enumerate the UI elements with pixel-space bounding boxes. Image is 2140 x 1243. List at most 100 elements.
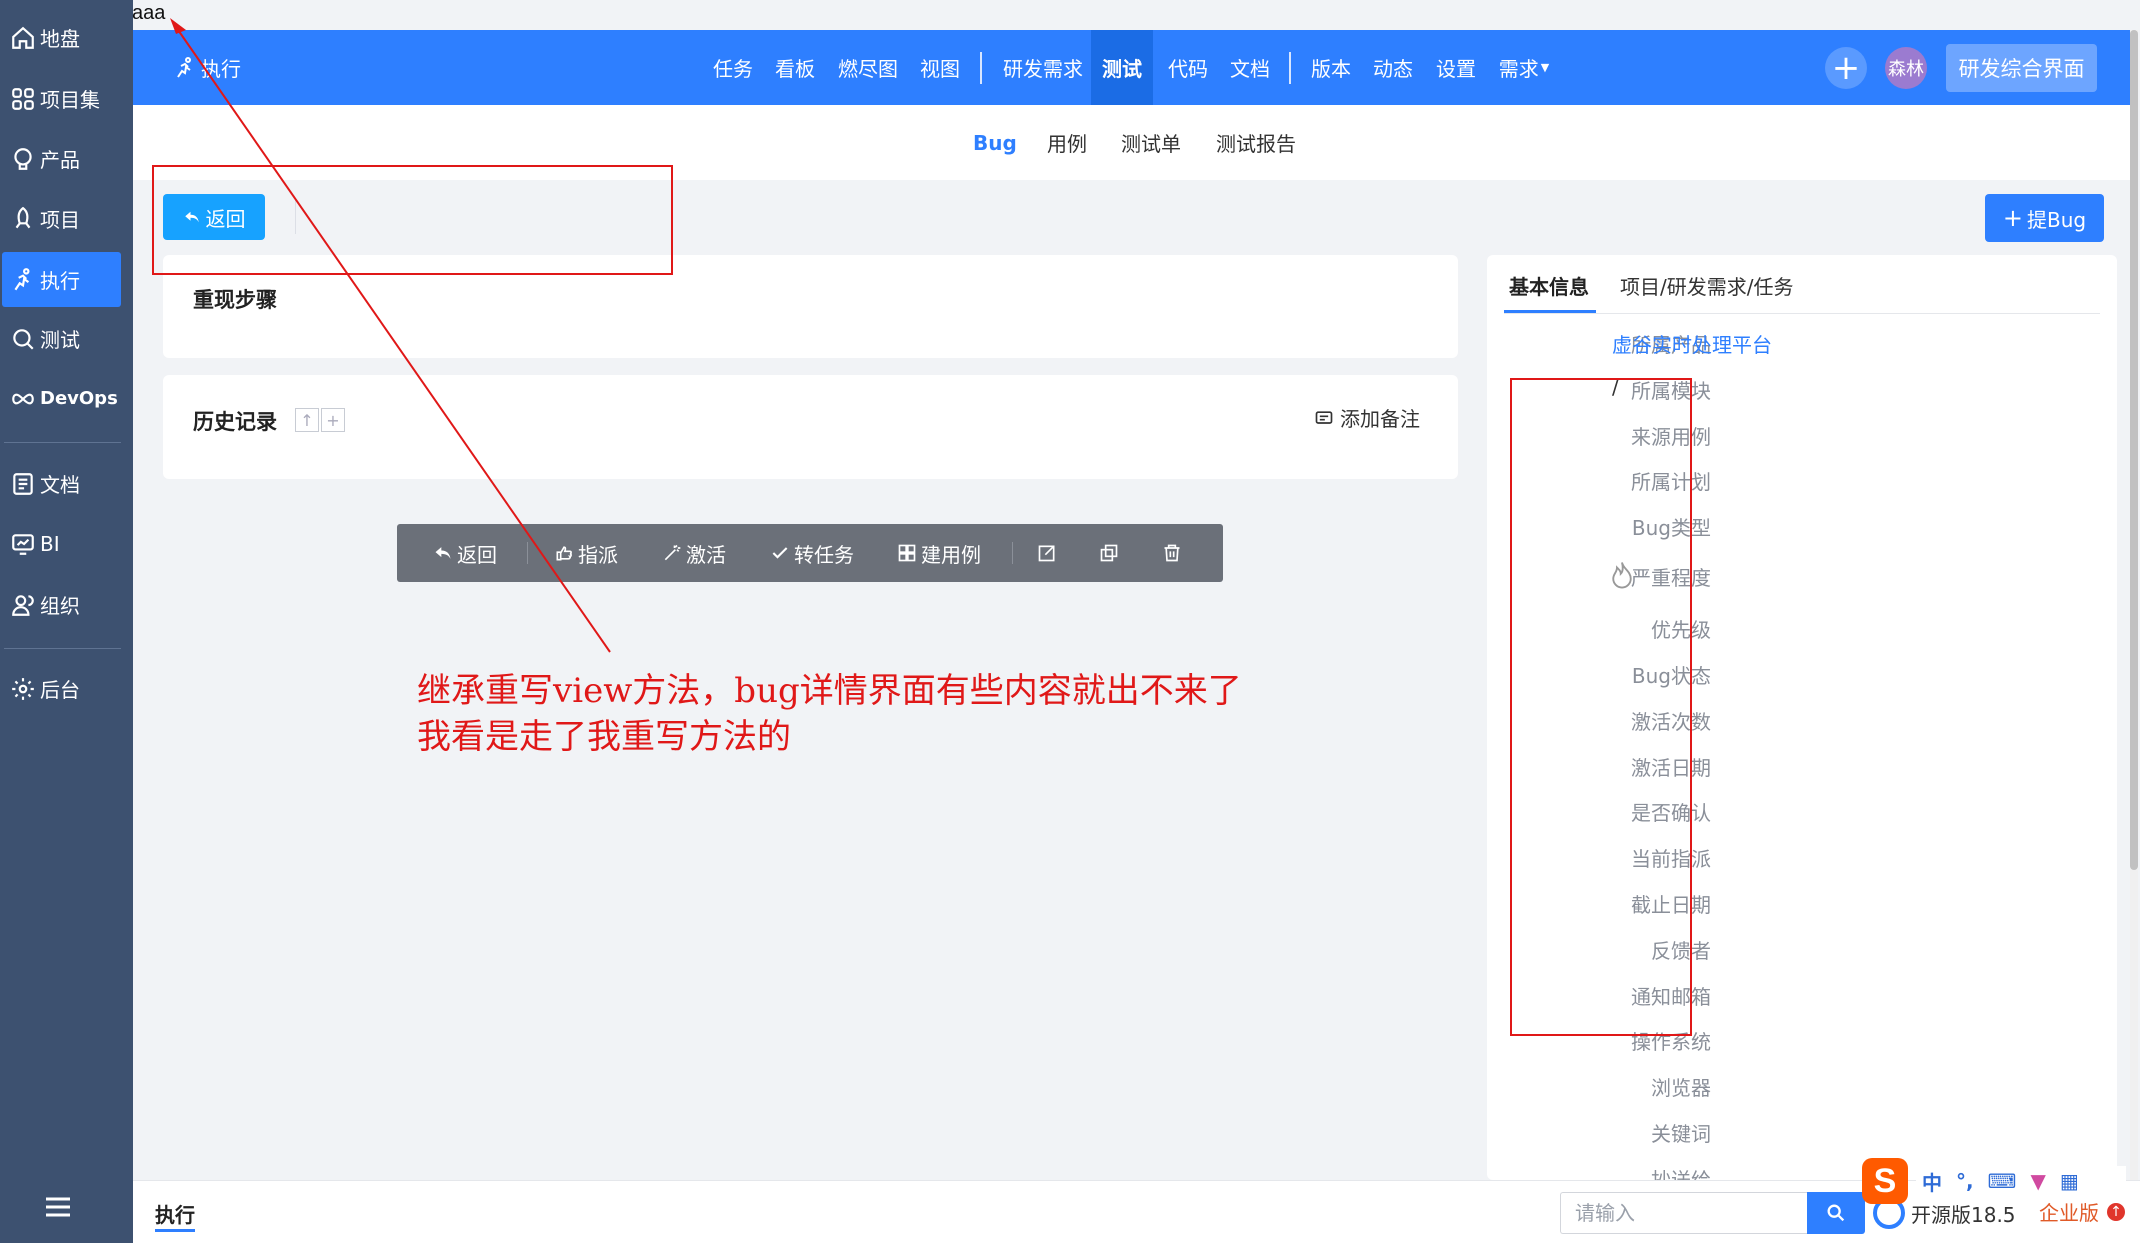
search-button[interactable] [1807, 1192, 1865, 1234]
nav-requirement-dropdown[interactable]: 需求 ▼ [1495, 30, 1553, 105]
search-input[interactable] [1560, 1192, 1807, 1234]
expand-icon[interactable]: + [321, 408, 345, 432]
nav-build[interactable]: 版本 [1306, 30, 1356, 105]
plus-icon: + [2002, 204, 2023, 232]
sidebar-item-test[interactable]: 测试 [2, 311, 121, 366]
sidebar-item-label: 测试 [40, 328, 80, 352]
action-to-task-label: 转任务 [794, 542, 854, 567]
action-assign[interactable]: 指派 [554, 524, 618, 582]
subnav-testreport[interactable]: 测试报告 [1216, 105, 1296, 180]
sidebar-item-label: 组织 [40, 594, 80, 618]
info-value-product-link[interactable]: 虚谷实时处理平台 [1612, 329, 1772, 358]
nav-task[interactable]: 任务 [708, 30, 758, 105]
tab-basic-info[interactable]: 基本信息 [1509, 271, 1589, 300]
nav-test[interactable]: 测试 [1091, 30, 1153, 105]
action-separator [527, 542, 528, 564]
bottom-tab-execution[interactable]: 执行 [155, 1199, 195, 1228]
punctuation-icon[interactable]: °, [1956, 1169, 1974, 1193]
nav-code[interactable]: 代码 [1163, 30, 1213, 105]
document-icon [13, 472, 33, 495]
subnav-bug[interactable]: Bug [973, 105, 1017, 180]
tab-divider [1504, 313, 2100, 314]
sidebar-item-admin[interactable]: 后台 [2, 661, 121, 716]
sidebar-item-label: BI [40, 531, 60, 556]
sidebar-item-label: 项目集 [40, 88, 100, 112]
sidebar-item-execution[interactable]: 执行 [2, 252, 121, 307]
action-activate[interactable]: 激活 [662, 524, 726, 582]
scrollbar-thumb[interactable] [2130, 30, 2138, 870]
top-note-text: aaa [132, 2, 166, 24]
sidebar-item-dashboard[interactable]: 地盘 [2, 10, 121, 65]
nav-separator [1289, 52, 1291, 84]
info-row-browser: 浏览器 [1487, 1072, 2117, 1102]
info-label: 抄送给 [1651, 1168, 1711, 1180]
keyboard-icon[interactable]: ⌨ [1988, 1169, 2017, 1193]
sidebar-item-program[interactable]: 项目集 [2, 71, 121, 126]
subnav-case[interactable]: 用例 [1047, 105, 1087, 180]
steps-title: 重现步骤 [193, 288, 277, 312]
module-title-label: 执行 [201, 57, 241, 81]
nav-dynamic[interactable]: 动态 [1368, 30, 1418, 105]
hand-icon [556, 546, 572, 561]
sidebar-divider [4, 442, 121, 443]
check-icon [772, 547, 788, 559]
bottom-bar: 执行 开源版18.5 企业版 ↑ [133, 1180, 2140, 1243]
action-back[interactable]: 返回 [433, 524, 497, 582]
action-delete[interactable] [1162, 524, 1186, 582]
report-bug-label: 提Bug [2027, 207, 2087, 232]
sort-up-icon[interactable]: ↑ [295, 408, 319, 432]
tab-project-story-task[interactable]: 项目/研发需求/任务 [1620, 271, 1793, 300]
nav-story[interactable]: 研发需求 [997, 30, 1089, 105]
action-back-label: 返回 [457, 542, 497, 567]
avatar[interactable]: 森林 [1885, 47, 1927, 89]
action-separator [1012, 542, 1013, 564]
action-edit[interactable] [1037, 524, 1061, 582]
infinity-icon [12, 393, 34, 404]
sidebar-item-label: 产品 [40, 148, 80, 172]
edit-icon [1038, 545, 1055, 562]
nav-doc[interactable]: 文档 [1225, 30, 1275, 105]
nav-burndown[interactable]: 燃尽图 [833, 30, 903, 105]
action-copy[interactable] [1099, 524, 1123, 582]
people-icon [12, 594, 34, 616]
sidebar-item-label: 文档 [40, 473, 80, 497]
action-create-case[interactable]: 建用例 [897, 524, 981, 582]
grid-icon [12, 87, 34, 110]
annotation-text: 继承重写view方法，bug详情界面有些内容就出不来了 我看是走了我重写方法的 [417, 668, 1242, 760]
sidebar-item-devops[interactable]: DevOps [2, 371, 121, 426]
sidebar-item-doc[interactable]: 文档 [2, 456, 121, 511]
add-note-button[interactable]: 添加备注 [1314, 403, 1420, 432]
menu-icon[interactable] [44, 1196, 72, 1218]
bug-action-bar: 返回 指派 激活 转任务 建用例 [397, 524, 1223, 582]
sogou-logo-icon[interactable]: S [1862, 1158, 1908, 1204]
sidebar-item-project[interactable]: 项目 [2, 191, 121, 246]
create-button[interactable]: + [1825, 47, 1867, 89]
ime-mode-toggle[interactable]: 中 [1922, 1167, 1942, 1196]
add-note-label: 添加备注 [1340, 407, 1420, 431]
history-panel: 历史记录 ↑ + 添加备注 [163, 375, 1458, 479]
apps-grid-icon[interactable]: ▦ [2060, 1169, 2079, 1193]
subnav-testtask[interactable]: 测试单 [1121, 105, 1181, 180]
comment-icon [1315, 410, 1333, 424]
skin-icon[interactable]: ▼ [2030, 1169, 2045, 1193]
info-label: 关键词 [1651, 1122, 1711, 1146]
page-scrollbar[interactable] [2130, 30, 2138, 1180]
module-title[interactable]: 执行 [173, 30, 241, 105]
report-bug-button[interactable]: + 提Bug [1985, 194, 2104, 242]
workspace-switch-button[interactable]: 研发综合界面 [1946, 44, 2097, 92]
sidebar-item-bi[interactable]: BI [2, 516, 121, 571]
nav-kanban[interactable]: 看板 [770, 30, 820, 105]
ime-tools: 中 °, ⌨ ▼ ▦ [1916, 1166, 2126, 1196]
nav-settings[interactable]: 设置 [1431, 30, 1481, 105]
action-to-task[interactable]: 转任务 [770, 524, 854, 582]
copy-icon [1100, 544, 1118, 562]
action-assign-label: 指派 [578, 542, 618, 567]
trash-icon [1164, 544, 1180, 562]
sidebar-item-product[interactable]: 产品 [2, 131, 121, 186]
nav-view[interactable]: 视图 [915, 30, 965, 105]
nav-separator [980, 52, 982, 84]
annotation-line: 继承重写view方法，bug详情界面有些内容就出不来了 [417, 671, 1242, 711]
sidebar-item-org[interactable]: 组织 [2, 577, 121, 632]
home-icon [12, 26, 34, 49]
ime-toolbar: S 中 °, ⌨ ▼ ▦ [1862, 1152, 2132, 1208]
